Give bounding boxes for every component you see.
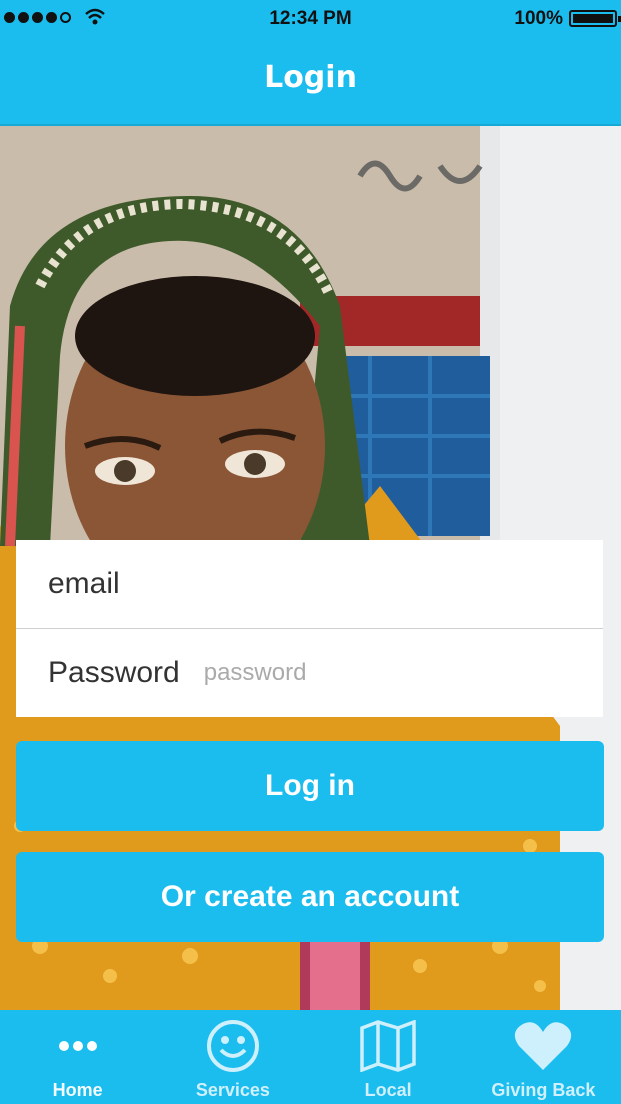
password-field[interactable]: Password password [16,628,603,717]
login-button[interactable]: Log in [16,741,604,831]
map-icon [358,1018,418,1074]
smiley-icon [205,1018,261,1074]
battery-icon [569,10,621,27]
status-bar: 12:34 PM 100% [0,0,621,38]
tab-label: Services [195,1080,270,1100]
create-account-button[interactable]: Or create an account [16,852,604,942]
password-label: Password [48,656,180,689]
navigation-bar: Login [0,38,621,126]
tab-bar: Home Services Local Giving Back [0,1010,621,1104]
password-input[interactable]: password [204,659,307,687]
login-form: email Password password [16,540,603,717]
tab-label: Giving Back [491,1080,596,1100]
page-title: Login [264,59,357,95]
more-dots-icon [54,1018,102,1074]
heart-icon [513,1018,573,1074]
tab-label: Local [364,1080,412,1100]
tab-home[interactable]: Home [0,1010,155,1104]
tab-local[interactable]: Local [311,1010,466,1104]
tab-giving-back[interactable]: Giving Back [466,1010,621,1104]
tab-services[interactable]: Services [155,1010,310,1104]
email-label: email [48,567,120,600]
battery-percentage: 100% [514,8,563,29]
tab-label: Home [52,1080,103,1100]
email-field[interactable]: email [16,540,603,628]
